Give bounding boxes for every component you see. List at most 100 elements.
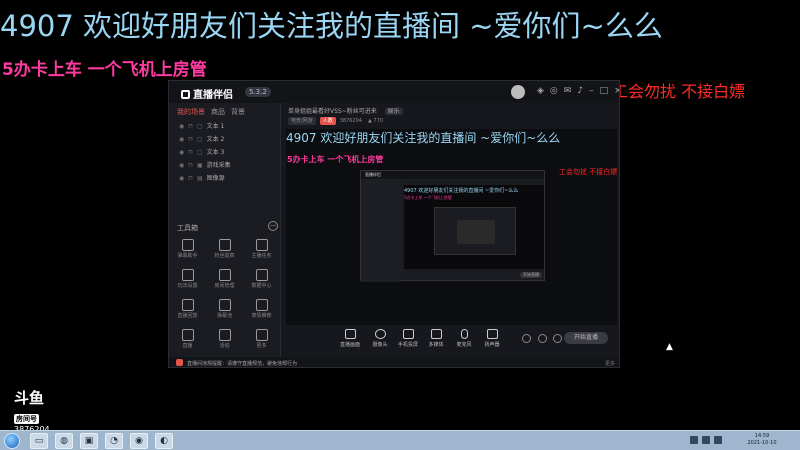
tool-pool[interactable]: 弹幕池 [206, 299, 243, 323]
fans-icon [218, 239, 231, 251]
emoji-icon [255, 299, 268, 311]
media-button[interactable]: 多媒体 [421, 329, 451, 348]
eye-icon[interactable]: ◉ [179, 175, 184, 182]
nested-titlebar: 直播伴侣 [361, 171, 544, 179]
minimize-icon[interactable]: – [589, 86, 600, 96]
app-version-badge[interactable]: 5.3.2 [245, 87, 271, 97]
app-icon[interactable]: ◔ [105, 433, 123, 449]
skin-icon[interactable]: ◎ [550, 86, 564, 96]
tab-goods[interactable]: 商品 [211, 108, 225, 116]
clock-date: 2021-10-10 [747, 440, 777, 446]
lock-icon[interactable]: ⊓ [188, 162, 193, 169]
source-item[interactable]: ◉ ⊓ ▤ 图像源 [169, 173, 280, 186]
eye-icon[interactable]: ◉ [179, 136, 184, 143]
tool-replay[interactable]: 直播回放 [169, 299, 206, 323]
lock-icon[interactable]: ⊓ [188, 136, 193, 143]
live-badge: 人数 [319, 117, 336, 125]
lock-icon[interactable]: ⊓ [188, 123, 193, 130]
room-title[interactable]: 单身姐姐最看好VSS~粉丝可进来 [288, 108, 377, 115]
tool-fans[interactable]: 粉丝勋章 [206, 239, 243, 263]
record-icon[interactable] [522, 334, 531, 343]
tool-label: 玩法设置 [177, 283, 198, 289]
control-label: 扬声器 [484, 342, 500, 348]
microphone-button[interactable]: 麦克风 [449, 329, 479, 348]
tool-task[interactable]: 主播任务 [243, 239, 280, 263]
tool-emoji[interactable]: 表情推荐 [243, 299, 280, 323]
source-label: 图像源 [206, 175, 225, 182]
source-item[interactable]: ◉ ⊓ ▣ 游戏采集 [169, 160, 280, 173]
eye-icon[interactable]: ◉ [179, 123, 184, 130]
app-icon[interactable]: ▣ [80, 433, 98, 449]
notice-bar[interactable]: 直播间违规提醒：请遵守直播规范，避免违规行为 更多 [169, 357, 619, 367]
lock-icon[interactable]: ⊓ [188, 175, 193, 182]
close-icon[interactable]: × [614, 86, 619, 96]
steam-icon[interactable]: ◉ [130, 433, 148, 449]
camera-button[interactable]: 摄像头 [365, 329, 395, 348]
bell-icon[interactable]: ♪ [577, 86, 589, 96]
control-label: 摄像头 [372, 342, 388, 348]
os-taskbar: ▭ ◍ ▣ ◔ ◉ ◐ 14:59 2021-10-10 [0, 430, 800, 450]
eye-icon[interactable]: ◉ [179, 149, 184, 156]
settings-icon[interactable] [553, 334, 562, 343]
tool-data[interactable]: 数据中心 [243, 269, 280, 293]
eye-icon[interactable] [538, 334, 547, 343]
screen-icon [344, 329, 356, 339]
toolbox-collapse-button[interactable]: — [268, 221, 278, 231]
room-number-tag: 房间号 [14, 414, 39, 424]
nested-sidebar [361, 179, 401, 282]
explorer-icon[interactable]: ▭ [30, 433, 48, 449]
mail-icon[interactable]: ✉ [564, 86, 578, 96]
tool-event[interactable]: 活动 [206, 329, 243, 353]
more-icon [255, 329, 268, 341]
phone-cast-button[interactable]: 手机投屏 [393, 329, 423, 348]
stream-overlay-subtitle: 5办卡上车 一个飞机上房管 [2, 60, 207, 80]
nested-stage: 4907 欢迎好朋友们关注我的直播间 ~爱你们~么么 5办卡上车 一个飞机上房管 [404, 185, 544, 269]
eye-icon[interactable]: ◉ [179, 162, 184, 169]
tool-danmu[interactable]: 弹幕助手 [169, 239, 206, 263]
tool-room[interactable]: 房间管理 [206, 269, 243, 293]
tool-live[interactable]: 直播 [169, 329, 206, 353]
network-icon[interactable] [690, 436, 698, 444]
tab-background[interactable]: 背景 [231, 108, 245, 116]
speaker-icon [486, 329, 498, 339]
source-label: 文本 1 [206, 123, 225, 130]
control-label: 麦克风 [456, 342, 472, 348]
tool-more[interactable]: 更多 [243, 329, 280, 353]
window-titlebar: 直播伴侣 5.3.2 ◈◎✉♪–□× [169, 81, 619, 103]
title-icon-group: ◈◎✉♪–□× [537, 86, 619, 96]
maximize-icon[interactable]: □ [600, 86, 615, 96]
source-item[interactable]: ◉ ⊓ ▢ 文本 2 [169, 134, 280, 147]
source-item[interactable]: ◉ ⊓ ▢ 文本 1 [169, 121, 280, 134]
clock[interactable]: 14:59 2021-10-10 [728, 433, 796, 449]
heat-value: 770 [373, 118, 383, 124]
mouse-cursor-icon: ▲ [666, 342, 673, 352]
source-label: 文本 3 [206, 149, 225, 156]
danmu-icon [181, 239, 194, 251]
control-label: 多媒体 [428, 342, 444, 348]
tab-scenes[interactable]: 我的场景 [177, 108, 205, 116]
lock-icon[interactable]: ⊓ [188, 149, 193, 156]
go-live-button[interactable]: 开始直播 [564, 332, 608, 344]
live-companion-window: 直播伴侣 5.3.2 ◈◎✉♪–□× 我的场景商品背景 ◉⊓▢文本 1 ◉⊓▢文… [168, 80, 620, 368]
screen-capture-button[interactable]: 直播画面 [335, 329, 365, 348]
tool-label: 弹幕池 [216, 313, 232, 319]
tool-label: 房间管理 [214, 283, 235, 289]
room-tag[interactable]: 娱乐 [384, 108, 403, 115]
notice-more-link[interactable]: 更多 [605, 360, 615, 367]
notify-icon[interactable]: ◈ [537, 86, 550, 96]
preview-stage[interactable]: 4907 欢迎好朋友们关注我的直播间 ~爱你们~么么 5办卡上车 一个飞机上房管… [286, 129, 617, 325]
tray-icon[interactable] [714, 436, 722, 444]
tool-play[interactable]: 玩法设置 [169, 269, 206, 293]
start-button[interactable] [4, 433, 20, 449]
app-icon[interactable]: ◐ [155, 433, 173, 449]
app-name: 直播伴侣 [193, 90, 233, 101]
avatar[interactable] [511, 85, 525, 99]
app-icon[interactable]: ◍ [55, 433, 73, 449]
stream-overlay-title: 4907 欢迎好朋友们关注我的直播间 ~爱你们~么么 [0, 9, 663, 43]
tool-label: 活动 [219, 343, 230, 349]
speaker-button[interactable]: 扬声器 [477, 329, 507, 348]
category-chip[interactable]: 电竞/网游 [288, 117, 316, 125]
volume-icon[interactable] [702, 436, 710, 444]
douyu-logo: 斗鱼 [14, 389, 45, 407]
source-item[interactable]: ◉ ⊓ ▢ 文本 3 [169, 147, 280, 160]
